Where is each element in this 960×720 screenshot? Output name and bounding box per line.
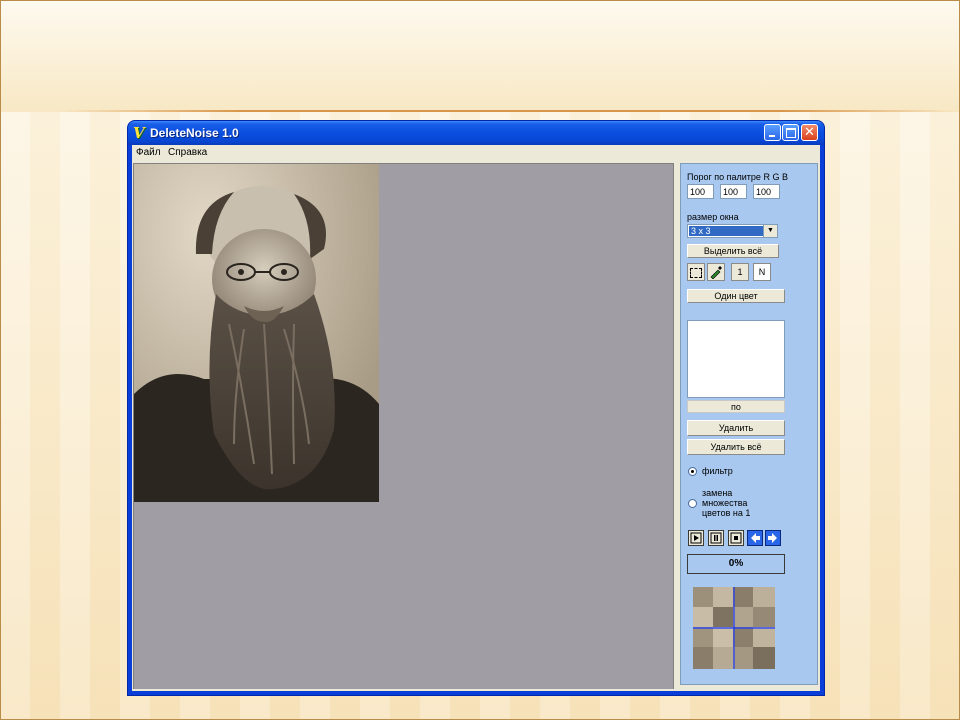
control-panel: Порог по палитре R G B 100 100 100 разме…: [680, 163, 818, 685]
mode-filter-radio[interactable]: [688, 467, 697, 476]
menu-help[interactable]: Справка: [166, 145, 209, 161]
pause-icon: [710, 532, 722, 544]
back-button[interactable]: [747, 530, 763, 546]
window-size-value: 3 x 3: [689, 226, 764, 236]
rect-select-tool[interactable]: [687, 263, 705, 281]
maximize-button[interactable]: [782, 124, 799, 141]
status-strip: [132, 689, 820, 691]
window-size-label: размер окна: [687, 212, 739, 222]
eyedropper-icon: [710, 266, 722, 280]
portrait-image: [134, 164, 379, 502]
forward-button[interactable]: [765, 530, 781, 546]
minimize-icon: [769, 135, 775, 137]
play-button[interactable]: [688, 530, 704, 546]
list-caption: по: [687, 400, 785, 413]
mode-replace-radio[interactable]: [688, 499, 697, 508]
threshold-r-input[interactable]: 100: [687, 184, 714, 199]
menu-file[interactable]: Файл: [134, 145, 163, 161]
select-all-button[interactable]: Выделить всё: [687, 244, 779, 258]
threshold-g-input[interactable]: 100: [720, 184, 747, 199]
zoom-preview-image: [693, 587, 775, 669]
stop-button[interactable]: [728, 530, 744, 546]
close-icon: ✕: [804, 125, 815, 140]
one-color-button[interactable]: Один цвет: [687, 289, 785, 303]
delete-all-button[interactable]: Удалить всё: [687, 439, 785, 455]
minimize-button[interactable]: [764, 124, 781, 141]
threshold-b-input[interactable]: 100: [753, 184, 780, 199]
forward-arrow-icon: [768, 533, 777, 543]
mode-replace-label: замена множества цветов на 1: [702, 488, 751, 518]
maximize-icon: [786, 128, 796, 138]
zoom-preview: [693, 587, 775, 669]
multi-mode-button[interactable]: N: [753, 263, 771, 281]
stop-icon: [730, 532, 742, 544]
delete-button[interactable]: Удалить: [687, 420, 785, 436]
progress-indicator: 0%: [687, 554, 785, 574]
portrait-drawing: [134, 164, 379, 502]
app-logo-icon: V: [133, 124, 145, 142]
color-list[interactable]: [687, 320, 785, 398]
pause-button[interactable]: [708, 530, 724, 546]
back-arrow-icon: [751, 533, 760, 543]
title-bar[interactable]: V DeleteNoise 1.0 ✕: [128, 121, 824, 145]
menu-bar: Файл Справка: [132, 145, 820, 161]
eyedropper-tool[interactable]: [707, 263, 725, 281]
rect-select-icon: [690, 268, 702, 278]
play-icon: [690, 532, 702, 544]
single-mode-button[interactable]: 1: [731, 263, 749, 281]
image-canvas[interactable]: [133, 163, 674, 690]
close-button[interactable]: ✕: [801, 124, 818, 141]
radio-selected-dot: [691, 470, 694, 473]
window-size-select[interactable]: 3 x 3 ▼: [687, 224, 778, 238]
app-window: V DeleteNoise 1.0 ✕ Файл Справка Порог п…: [128, 121, 824, 695]
mode-filter-label: фильтр: [702, 466, 733, 476]
window-client: Файл Справка Порог по палитре R G B 100 …: [132, 145, 820, 691]
chevron-down-icon[interactable]: ▼: [763, 225, 777, 237]
window-title: DeleteNoise 1.0: [150, 126, 239, 140]
threshold-label: Порог по палитре R G B: [687, 172, 788, 182]
